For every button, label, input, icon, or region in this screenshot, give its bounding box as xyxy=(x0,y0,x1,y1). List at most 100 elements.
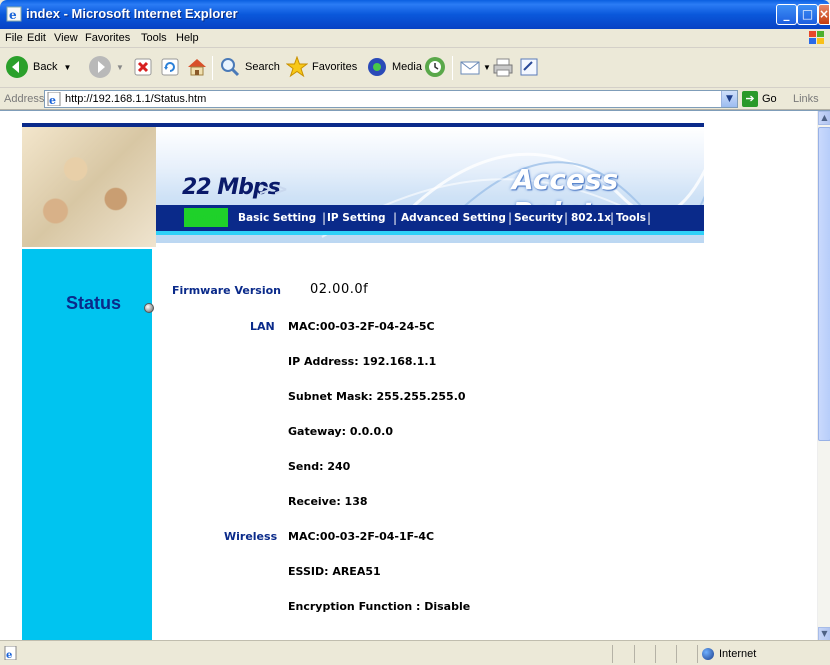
status-pane-divider xyxy=(697,645,698,663)
menu-help[interactable]: Help xyxy=(176,32,199,44)
firmware-label: Firmware Version xyxy=(172,284,281,297)
mail-button[interactable]: ▼ xyxy=(459,53,491,81)
svg-text:e: e xyxy=(9,8,17,22)
print-button[interactable] xyxy=(492,53,514,81)
printer-icon xyxy=(493,58,513,77)
nav-8021x[interactable]: 802.1x xyxy=(571,212,611,224)
edit-page-icon xyxy=(520,58,538,76)
menu-tools[interactable]: Tools xyxy=(141,32,167,44)
nav-underline xyxy=(156,231,704,235)
ie-page-icon: e xyxy=(6,6,22,22)
sidebar-title: Status xyxy=(66,293,122,313)
nav-separator: | xyxy=(322,211,327,225)
status-pane-divider xyxy=(612,645,613,663)
media-button[interactable]: Media xyxy=(366,53,422,81)
nav-status[interactable]: Status xyxy=(184,208,229,227)
chevron-down-icon: ▼ xyxy=(483,62,491,72)
home-icon xyxy=(188,59,206,76)
nav-security[interactable]: Security xyxy=(514,212,563,224)
chevron-down-icon: ▼ xyxy=(116,62,124,72)
security-zone: Internet xyxy=(702,648,756,660)
media-icon xyxy=(368,58,386,76)
close-button[interactable]: × xyxy=(818,4,830,25)
history-icon xyxy=(425,57,445,77)
menu-view[interactable]: View xyxy=(54,32,78,44)
main-nav: Status Basic Setting | IP Setting | Adva… xyxy=(156,205,704,231)
toolbar: Back ▼ ▼ Search Favorites Media ▼ xyxy=(0,48,830,88)
stop-button[interactable] xyxy=(133,53,153,81)
toolbar-separator xyxy=(452,56,453,80)
lan-label: LAN xyxy=(250,320,275,333)
nav-separator: | xyxy=(393,211,398,225)
scroll-thumb[interactable] xyxy=(818,127,830,441)
window-title: index - Microsoft Internet Explorer xyxy=(26,6,238,21)
lan-gateway: Gateway: 0.0.0.0 xyxy=(288,425,393,438)
wireless-mac: MAC:00-03-2F-04-1F-4C xyxy=(288,530,435,543)
status-pane-divider xyxy=(655,645,656,663)
page-viewport[interactable]: 22 Mbps >> Access Point Status Basic Set… xyxy=(0,110,830,640)
address-url: http://192.168.1.1/Status.htm xyxy=(65,93,207,105)
menu-edit[interactable]: Edit xyxy=(27,32,46,44)
favorites-button[interactable]: Favorites xyxy=(286,53,357,81)
address-label: Address xyxy=(4,93,45,105)
chevron-down-icon: ▼ xyxy=(63,62,72,72)
menu-favorites[interactable]: Favorites xyxy=(85,32,130,44)
ie-page-icon: e xyxy=(4,646,17,660)
search-button[interactable]: Search xyxy=(219,53,280,81)
lan-mac: MAC:00-03-2F-04-24-5C xyxy=(288,320,435,333)
maximize-button[interactable]: □ xyxy=(797,4,818,25)
go-button[interactable]: ➔ Go xyxy=(742,91,782,107)
windows-flag-icon xyxy=(809,31,824,44)
nav-advanced-setting[interactable]: Advanced Setting xyxy=(401,212,506,224)
lan-subnet-mask: Subnet Mask: 255.255.255.0 xyxy=(288,390,466,403)
minimize-button[interactable]: _ xyxy=(776,4,797,25)
nav-tools[interactable]: Tools xyxy=(616,212,646,224)
star-icon xyxy=(286,56,308,78)
scroll-up-button[interactable]: ▲ xyxy=(818,111,830,125)
menu-bar: File Edit View Favorites Tools Help xyxy=(0,29,830,48)
address-bar: Address e http://192.168.1.1/Status.htm … xyxy=(0,88,830,110)
stop-icon xyxy=(134,58,152,76)
edit-button[interactable] xyxy=(518,53,540,81)
nav-basic-setting[interactable]: Basic Setting xyxy=(238,212,316,224)
forward-button[interactable]: ▼ xyxy=(88,53,124,81)
nav-separator: | xyxy=(647,211,652,225)
wireless-encryption: Encryption Function : Disable xyxy=(288,600,471,613)
address-input[interactable]: e http://192.168.1.1/Status.htm ▼ xyxy=(44,90,738,108)
refresh-button[interactable] xyxy=(160,53,180,81)
firmware-value: 02.00.0f xyxy=(310,282,369,297)
nav-separator: | xyxy=(610,211,615,225)
history-button[interactable] xyxy=(423,53,447,81)
status-pane-divider xyxy=(676,645,677,663)
address-dropdown-button[interactable]: ▼ xyxy=(721,91,737,107)
home-button[interactable] xyxy=(186,53,208,81)
svg-text:e: e xyxy=(49,94,56,106)
banner-speed-arrows: >> xyxy=(258,179,289,200)
status-bar: e Internet xyxy=(0,640,830,665)
scroll-down-button[interactable]: ▼ xyxy=(818,627,830,640)
globe-icon xyxy=(702,648,714,660)
vertical-scrollbar[interactable]: ▲ ▼ xyxy=(817,111,830,640)
lan-receive: Receive: 138 xyxy=(288,495,368,508)
svg-text:e: e xyxy=(6,650,12,660)
wireless-essid: ESSID: AREA51 xyxy=(288,565,381,578)
status-pane-divider xyxy=(634,645,635,663)
sidebar: Status xyxy=(22,249,154,640)
forward-arrow-icon xyxy=(89,56,111,78)
title-bar[interactable]: e index - Microsoft Internet Explorer _ … xyxy=(0,0,830,29)
nav-separator: | xyxy=(564,211,569,225)
lan-send: Send: 240 xyxy=(288,460,351,473)
search-icon xyxy=(221,58,240,77)
banner-photo xyxy=(22,127,156,247)
status-content: Firmware Version 02.00.0f LAN MAC:00-03-… xyxy=(152,249,812,640)
wireless-label: Wireless xyxy=(224,530,278,543)
page-banner: 22 Mbps >> Access Point Status Basic Set… xyxy=(22,123,704,249)
menu-file[interactable]: File xyxy=(5,32,23,44)
links-button[interactable]: Links xyxy=(793,93,819,105)
back-arrow-icon xyxy=(6,56,28,78)
mail-icon xyxy=(460,61,480,75)
nav-ip-setting[interactable]: IP Setting xyxy=(327,212,386,224)
nav-separator: | xyxy=(508,211,513,225)
back-button[interactable]: Back ▼ xyxy=(5,53,71,81)
refresh-icon xyxy=(161,58,179,76)
